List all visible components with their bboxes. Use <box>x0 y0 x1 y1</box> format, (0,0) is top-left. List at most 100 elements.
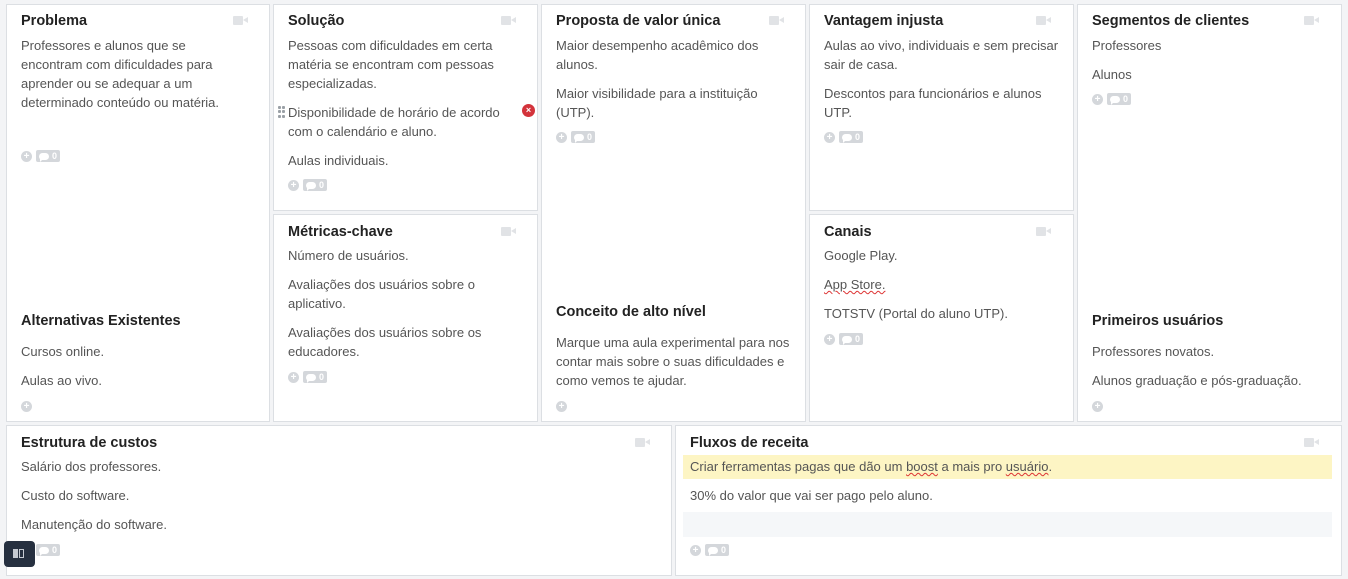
note-item[interactable]: Professores <box>1092 36 1328 55</box>
comment-counter[interactable]: 0 <box>303 371 328 383</box>
video-camera-icon[interactable] <box>501 15 517 26</box>
plus-circle-icon[interactable]: + <box>690 544 701 556</box>
video-camera-icon[interactable] <box>1304 15 1320 26</box>
comment-counter[interactable]: 0 <box>36 544 61 556</box>
plus-circle-icon[interactable]: + <box>21 400 32 412</box>
note-meta: + 0 <box>824 333 864 345</box>
card-title: Canais <box>824 224 872 240</box>
plus-circle-icon[interactable]: + <box>824 131 835 143</box>
note-item[interactable]: Maior desempenho acadêmico dos alunos. <box>556 36 784 74</box>
note-meta: + 0 <box>690 544 730 556</box>
note-list: Número de usuários. Avaliações dos usuár… <box>288 246 516 361</box>
video-camera-icon[interactable] <box>635 437 651 448</box>
section-subtitle: Conceito de alto nível <box>556 304 706 320</box>
section-subtitle: Alternativas Existentes <box>21 313 181 329</box>
note-meta: + <box>21 400 32 412</box>
video-camera-icon[interactable] <box>769 15 785 26</box>
note-item[interactable]: Alunos <box>1092 65 1328 84</box>
note-list: Salário dos professores. Custo do softwa… <box>21 457 621 534</box>
comment-count: 0 <box>319 372 325 382</box>
comment-count: 0 <box>587 132 593 142</box>
note-list: Cursos online. Aulas ao vivo. <box>21 342 249 390</box>
note-meta: + 0 <box>824 131 864 143</box>
card-title: Métricas-chave <box>288 224 393 240</box>
note-list: Criar ferramentas pagas que dão um boost… <box>690 457 1310 505</box>
note-item[interactable]: Alunos graduação e pós-graduação. <box>1092 371 1332 390</box>
sidebar-toggle-button[interactable] <box>4 541 35 567</box>
new-note-input[interactable] <box>683 512 1332 537</box>
note-list: Maior desempenho acadêmico dos alunos. M… <box>556 36 784 122</box>
note-item[interactable]: Google Play. <box>824 246 1060 265</box>
note-meta: + 0 <box>288 371 328 383</box>
plus-circle-icon[interactable]: + <box>556 400 567 412</box>
note-item[interactable]: Avaliações dos usuários sobre os educado… <box>288 323 516 361</box>
note-item[interactable]: Aulas ao vivo, individuais e sem precisa… <box>824 36 1060 74</box>
note-item[interactable]: Número de usuários. <box>288 246 516 265</box>
note-meta: + 0 <box>288 179 328 191</box>
note-item[interactable]: Cursos online. <box>21 342 249 361</box>
comment-bubble-icon <box>842 335 852 345</box>
video-camera-icon[interactable] <box>1304 437 1320 448</box>
comment-count: 0 <box>855 132 861 142</box>
note-item[interactable]: Avaliações dos usuários sobre o aplicati… <box>288 275 516 313</box>
comment-counter[interactable]: 0 <box>1107 93 1132 105</box>
video-camera-icon[interactable] <box>1036 226 1052 237</box>
plus-circle-icon[interactable]: + <box>288 179 299 191</box>
note-item-editing[interactable]: Criar ferramentas pagas que dão um boost… <box>690 457 1310 476</box>
comment-counter[interactable]: 0 <box>571 131 596 143</box>
note-item[interactable]: Salário dos professores. <box>21 457 621 476</box>
comment-counter[interactable]: 0 <box>303 179 328 191</box>
comment-counter[interactable]: 0 <box>839 131 864 143</box>
card-fluxos-receita: Fluxos de receita Criar ferramentas paga… <box>675 425 1342 576</box>
comment-bubble-icon <box>842 133 852 143</box>
comment-bubble-icon <box>39 152 49 162</box>
note-list: Marque uma aula experimental para nos co… <box>556 333 792 390</box>
plus-circle-icon[interactable]: + <box>21 150 32 162</box>
note-list: Aulas ao vivo, individuais e sem precisa… <box>824 36 1060 122</box>
plus-circle-icon[interactable]: + <box>288 371 299 383</box>
remove-x-icon[interactable]: × <box>522 104 535 117</box>
note-item[interactable]: 30% do valor que vai ser pago pelo aluno… <box>690 486 1310 505</box>
card-title: Fluxos de receita <box>690 435 809 451</box>
spellcheck-word: boost <box>906 459 938 474</box>
note-item[interactable]: Marque uma aula experimental para nos co… <box>556 333 792 390</box>
comment-counter[interactable]: 0 <box>705 544 730 556</box>
note-item[interactable]: Manutenção do software. <box>21 515 621 534</box>
comment-bubble-icon <box>39 546 49 556</box>
note-item[interactable]: Custo do software. <box>21 486 621 505</box>
plus-circle-icon[interactable]: + <box>1092 400 1103 412</box>
comment-count: 0 <box>1123 94 1129 104</box>
note-list: Google Play. App Store. TOTSTV (Portal d… <box>824 246 1060 323</box>
comment-counter[interactable]: 0 <box>839 333 864 345</box>
plus-circle-icon[interactable]: + <box>824 333 835 345</box>
comment-count: 0 <box>855 334 861 344</box>
note-item[interactable]: Professores novatos. <box>1092 342 1332 361</box>
note-item[interactable]: Maior visibilidade para a instituição (U… <box>556 84 784 122</box>
drag-handle-icon[interactable] <box>278 106 285 118</box>
video-camera-icon[interactable] <box>233 15 249 26</box>
note-item[interactable]: Professores e alunos que se encontram co… <box>21 36 249 112</box>
card-solucao: Solução × Pessoas com dificuldades em ce… <box>273 4 538 211</box>
note-meta: + 0 <box>1092 93 1132 105</box>
plus-circle-icon[interactable]: + <box>556 131 567 143</box>
comment-count: 0 <box>721 545 727 555</box>
note-item[interactable]: Disponibilidade de horário de acordo com… <box>288 103 516 141</box>
video-camera-icon[interactable] <box>501 226 517 237</box>
video-camera-icon[interactable] <box>1036 15 1052 26</box>
note-item[interactable]: TOTSTV (Portal do aluno UTP). <box>824 304 1060 323</box>
note-meta: + <box>556 400 567 412</box>
note-item[interactable]: App Store. <box>824 275 1060 294</box>
comment-count: 0 <box>319 180 325 190</box>
card-title: Segmentos de clientes <box>1092 13 1250 29</box>
plus-circle-icon[interactable]: + <box>1092 93 1103 105</box>
comment-bubble-icon <box>306 373 316 383</box>
comment-bubble-icon <box>306 181 316 191</box>
card-canais: Canais Google Play. App Store. TOTSTV (P… <box>809 214 1074 422</box>
comment-count: 0 <box>52 545 58 555</box>
note-item[interactable]: Pessoas com dificuldades em certa matéri… <box>288 36 516 93</box>
note-item[interactable]: Descontos para funcionários e alunos UTP… <box>824 84 1060 122</box>
note-item[interactable]: Aulas ao vivo. <box>21 371 249 390</box>
card-title: Proposta de valor única <box>556 13 721 29</box>
note-item[interactable]: Aulas individuais. <box>288 151 516 170</box>
comment-counter[interactable]: 0 <box>36 150 61 162</box>
